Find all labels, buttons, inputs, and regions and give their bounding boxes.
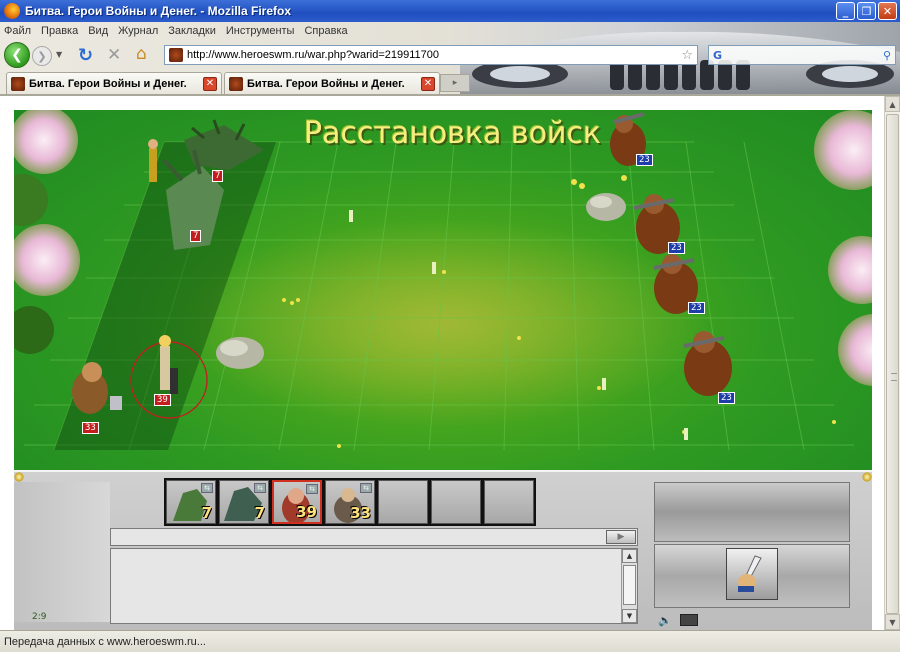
log-scroll-down-icon[interactable]: ▼ [622,609,637,623]
stack-count-ogre-4: 23 [718,392,735,404]
tab-close-icon[interactable]: ✕ [203,76,217,91]
stack-count-ogre-1: 23 [636,154,653,166]
scroll-thumb[interactable] [886,114,899,614]
log-scrollbar[interactable]: ▲ ▼ [621,549,637,623]
wait-icon: ⇆ [360,483,372,493]
chat-input[interactable] [110,528,638,546]
unit-hero-figure [148,139,158,182]
search-icon[interactable]: ⚲ [883,49,891,62]
army-slot-count: 33 [350,504,371,522]
firefox-icon [4,3,20,19]
cell-coordinates: 2:9 [32,612,47,622]
auto-battle-button[interactable] [726,548,778,600]
log-scroll-up-icon[interactable]: ▲ [622,549,637,563]
army-slot-count: 7 [254,504,265,522]
navigation-toolbar: ❮ ❯ ▼ ↻ ✕ ⌂ http://www.heroeswm.ru/war.p… [0,40,900,68]
panel-left-column [14,482,110,622]
site-favicon-icon [169,48,183,62]
stack-count-ogre-2: 23 [668,242,685,254]
scroll-up-icon[interactable]: ▲ [885,96,900,112]
battlefield[interactable]: Расстановка войск 7 7 39 33 23 23 23 23 [14,110,872,470]
army-slot-4[interactable]: ⇆ 33 [325,480,375,524]
stop-icon[interactable]: ✕ [107,45,121,65]
minimize-button[interactable]: _ [836,2,855,20]
window-titlebar: Битва. Герои Войны и Денег. - Mozilla Fi… [0,0,900,22]
battle-log: ▲ ▼ [110,548,638,624]
status-text: Передача данных с www.heroeswm.ru... [4,635,206,648]
menu-history[interactable]: Журнал [118,25,158,37]
army-slots: ⇆ 7 ⇆ 7 ⇆ 39 ⇆ 33 [164,478,536,526]
tab-label: Битва. Герои Войны и Денег. [247,77,405,90]
google-icon[interactable]: G [713,49,722,62]
stack-count-dragon-hydra: 7 [190,230,202,242]
army-slot-1[interactable]: ⇆ 7 [166,480,216,524]
scroll-down-icon[interactable]: ▼ [885,614,900,630]
stack-count-hydra: 7 [212,170,224,182]
wait-icon: ⇆ [306,484,318,494]
search-box[interactable]: G ⚲ [708,45,896,65]
army-slot-5-empty[interactable] [378,480,428,524]
menu-bar: Файл Правка Вид Журнал Закладки Инструме… [0,22,358,40]
send-message-button[interactable]: ▶ [606,530,636,544]
reload-icon[interactable]: ↻ [78,45,93,66]
army-slot-3-active[interactable]: ⇆ 39 [272,480,322,524]
wait-icon: ⇆ [254,483,266,493]
status-bar: Передача данных с www.heroeswm.ru... [0,630,900,652]
army-slot-2[interactable]: ⇆ 7 [219,480,269,524]
stack-count-sorceress: 39 [154,394,171,406]
tab-scroll-button[interactable]: ▸ [440,74,470,92]
ornament-corner-icon [14,472,24,482]
home-icon[interactable]: ⌂ [136,44,147,64]
army-slot-7-empty[interactable] [484,480,534,524]
fist-sword-icon [738,555,762,592]
url-bar[interactable]: http://www.heroeswm.ru/war.php?warid=219… [164,45,698,65]
ornament-corner-icon [862,472,872,482]
tab-battle-2[interactable]: Битва. Герои Войны и Денег. ✕ [224,72,440,94]
url-text[interactable]: http://www.heroeswm.ru/war.php?warid=219… [187,49,681,61]
forward-button[interactable]: ❯ [32,46,52,66]
tab-close-icon[interactable]: ✕ [421,76,435,91]
stack-count-ogre-3: 23 [688,302,705,314]
wait-icon: ⇆ [201,483,213,493]
window-title: Битва. Герои Войны и Денег. - Mozilla Fi… [25,4,292,18]
back-button[interactable]: ❮ [4,42,30,68]
sound-toggle-icon[interactable]: 🔈 [658,614,672,627]
history-dropdown-icon[interactable]: ▼ [56,50,62,59]
close-button[interactable]: ✕ [878,2,897,20]
army-slot-count: 39 [296,503,317,521]
stack-count-dwarf: 33 [82,422,99,434]
menu-bookmarks[interactable]: Закладки [168,25,216,37]
army-slot-count: 7 [201,504,212,522]
window-controls: _ ❐ ✕ [836,2,897,20]
menu-file[interactable]: Файл [4,25,31,37]
maximize-button[interactable]: ❐ [857,2,876,20]
window-mode-toggle[interactable] [680,614,698,626]
menu-tools[interactable]: Инструменты [226,25,295,37]
battle-phase-title: Расстановка войск [304,116,602,151]
unit-info-box [654,482,850,542]
page-scrollbar[interactable]: ▲ ▼ [884,96,900,630]
menu-help[interactable]: Справка [304,25,347,37]
tab-favicon-icon [11,76,25,91]
menu-view[interactable]: Вид [88,25,108,37]
tab-battle-1[interactable]: Битва. Герои Войны и Денег. ✕ [6,72,222,94]
log-scroll-thumb[interactable] [623,565,636,605]
battle-control-panel: ⇆ 7 ⇆ 7 ⇆ 39 ⇆ 33 ▶ ▲ ▼ 2:9 🔈 [14,470,872,630]
tab-favicon-icon [229,76,243,91]
bookmark-star-icon[interactable]: ☆ [681,48,693,63]
menu-edit[interactable]: Правка [41,25,78,37]
tab-label: Битва. Герои Войны и Денег. [29,77,187,90]
army-slot-6-empty[interactable] [431,480,481,524]
